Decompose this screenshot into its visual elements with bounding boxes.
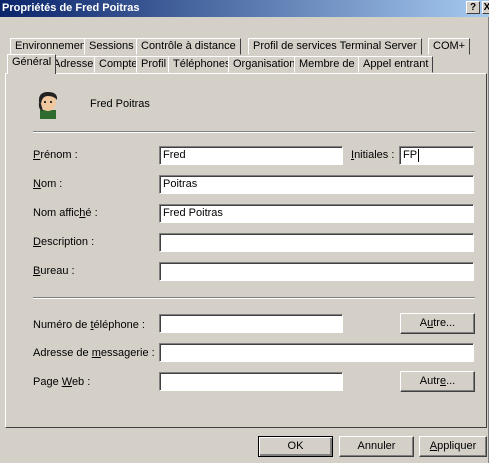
tab-general[interactable]: Général bbox=[7, 54, 57, 74]
tab-controle-distance[interactable]: Contrôle à distance bbox=[136, 38, 241, 55]
title-bar: Propriétés de Fred Poitras ? X bbox=[0, 0, 489, 17]
close-button[interactable]: X bbox=[482, 1, 489, 14]
initiales-label: Initiales : bbox=[351, 149, 395, 161]
tab-profil-terminal-server[interactable]: Profil de services Terminal Server bbox=[248, 38, 422, 55]
help-button[interactable]: ? bbox=[466, 1, 480, 14]
ok-button[interactable]: OK bbox=[258, 436, 333, 457]
autre-telephone-button[interactable]: Autre... bbox=[400, 313, 475, 334]
separator-top bbox=[33, 131, 475, 133]
tab-sessions[interactable]: Sessions bbox=[84, 38, 139, 55]
tab-organisation[interactable]: Organisation bbox=[228, 56, 301, 73]
description-label: Description : bbox=[33, 236, 95, 248]
prenom-field[interactable]: Fred bbox=[159, 146, 343, 165]
user-display-name: Fred Poitras bbox=[90, 98, 150, 110]
appliquer-button[interactable]: Appliquer bbox=[419, 436, 487, 457]
user-icon bbox=[38, 92, 58, 119]
initiales-field[interactable]: FP bbox=[399, 146, 474, 165]
messagerie-field[interactable] bbox=[159, 343, 474, 362]
telephone-field[interactable] bbox=[159, 314, 343, 333]
description-field[interactable] bbox=[159, 233, 474, 252]
separator-middle bbox=[33, 297, 475, 299]
tab-environnement[interactable]: Environnement bbox=[10, 38, 94, 55]
page-web-field[interactable] bbox=[159, 372, 343, 391]
autre-web-button[interactable]: Autre... bbox=[400, 371, 475, 392]
page-web-label: Page Web : bbox=[33, 376, 91, 388]
prenom-label: Prénom : bbox=[33, 149, 78, 161]
nom-field[interactable]: Poitras bbox=[159, 175, 474, 194]
nom-affiche-field[interactable]: Fred Poitras bbox=[159, 204, 474, 223]
bureau-label: Bureau : bbox=[33, 265, 75, 277]
properties-dialog: Propriétés de Fred Poitras ? X Environne… bbox=[0, 0, 489, 463]
annuler-button[interactable]: Annuler bbox=[339, 436, 414, 457]
messagerie-label: Adresse de messagerie : bbox=[33, 347, 155, 359]
tab-membre-de[interactable]: Membre de bbox=[294, 56, 360, 73]
tab-appel-entrant[interactable]: Appel entrant bbox=[358, 56, 434, 73]
nom-label: Nom : bbox=[33, 178, 63, 190]
tab-profil[interactable]: Profil bbox=[136, 56, 172, 73]
telephone-label: Numéro de téléphone : bbox=[33, 319, 145, 331]
text-cursor bbox=[418, 148, 420, 162]
nom-affiche-label: Nom affiché : bbox=[33, 207, 98, 219]
tab-com-plus[interactable]: COM+ bbox=[428, 38, 471, 55]
tab-telephones[interactable]: Téléphones bbox=[168, 56, 236, 73]
window-title: Propriétés de Fred Poitras bbox=[2, 2, 140, 14]
bureau-field[interactable] bbox=[159, 262, 474, 281]
